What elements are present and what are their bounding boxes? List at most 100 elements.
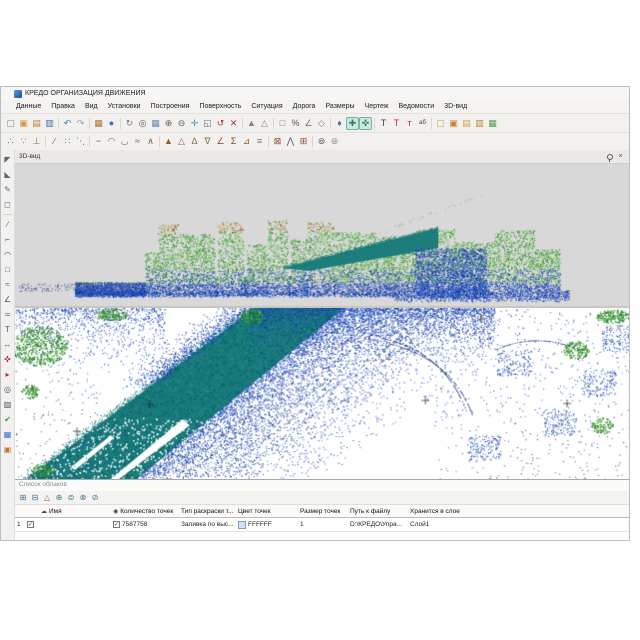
- properties-icon[interactable]: ●: [105, 117, 118, 130]
- snap-icon[interactable]: ◇: [315, 117, 328, 130]
- menu-item-5[interactable]: Построения: [146, 103, 195, 110]
- refresh-icon[interactable]: ↻: [123, 117, 136, 130]
- view-find-2-icon[interactable]: ⊚: [328, 135, 341, 148]
- sheet-export-icon[interactable]: ▥: [473, 117, 486, 130]
- export-cloud-icon[interactable]: ⊟: [29, 492, 41, 504]
- menu-item-11[interactable]: Ведомости: [393, 103, 439, 110]
- redo-icon[interactable]: ↷: [74, 117, 87, 130]
- cursor-alt-icon[interactable]: △: [258, 117, 271, 130]
- cloud-clip-icon[interactable]: ⊗: [77, 492, 89, 504]
- snap-nodes-icon[interactable]: ∵: [17, 135, 30, 148]
- delete-icon[interactable]: ✕: [227, 117, 240, 130]
- flag-icon[interactable]: ▸: [2, 369, 13, 380]
- point-x-icon[interactable]: т: [403, 117, 416, 130]
- menu-item-1[interactable]: Данные: [11, 103, 46, 110]
- line-icon[interactable]: ∕: [48, 135, 61, 148]
- menu-item-8[interactable]: Дорога: [288, 103, 321, 110]
- count-checkbox[interactable]: ✓: [113, 521, 120, 528]
- sheet-ok-icon[interactable]: ▦: [486, 117, 499, 130]
- segment-icon[interactable]: −: [92, 135, 105, 148]
- arc-up-icon[interactable]: ◠: [105, 135, 118, 148]
- menu-item-2[interactable]: Правка: [46, 103, 80, 110]
- select-corner-2-icon[interactable]: ◣: [2, 169, 13, 180]
- terrain-down-icon[interactable]: ∇: [201, 135, 214, 148]
- visible-checkbox[interactable]: ✓: [27, 521, 34, 528]
- profile-icon[interactable]: ∠: [214, 135, 227, 148]
- undo-icon[interactable]: ↶: [61, 117, 74, 130]
- menu-item-4[interactable]: Установки: [103, 103, 146, 110]
- update-icon[interactable]: ↺: [214, 117, 227, 130]
- draw-arc-icon[interactable]: ◠: [2, 249, 13, 260]
- cloud-settings-icon[interactable]: ⊕: [53, 492, 65, 504]
- draw-curve-icon[interactable]: ≈: [2, 279, 13, 290]
- road-lines-icon[interactable]: ≡: [253, 135, 266, 148]
- save-icon[interactable]: ▥: [43, 117, 56, 130]
- triangulate-icon[interactable]: △: [41, 492, 53, 504]
- zoom-in-icon[interactable]: ⊕: [162, 117, 175, 130]
- apex-icon[interactable]: ⋀: [284, 135, 297, 148]
- grid-icon[interactable]: ▦: [2, 429, 13, 440]
- view-find-icon[interactable]: ⊚: [315, 135, 328, 148]
- menu-item-6[interactable]: Поверхность: [194, 103, 246, 110]
- menu-item-10[interactable]: Чертеж: [360, 103, 394, 110]
- terrain-up-icon[interactable]: ∆: [188, 135, 201, 148]
- capture-move-icon[interactable]: ✜: [359, 117, 372, 130]
- edit-node-icon[interactable]: ✎: [2, 184, 13, 195]
- color-swatch[interactable]: [238, 521, 246, 529]
- apply-icon[interactable]: ✔: [2, 414, 13, 425]
- cube-icon[interactable]: ▣: [2, 444, 13, 455]
- angle-icon[interactable]: ∠: [302, 117, 315, 130]
- measure-dist-icon[interactable]: ≍: [2, 309, 13, 320]
- cloud-filter-icon[interactable]: ⊜: [65, 492, 77, 504]
- percent-icon[interactable]: %: [289, 117, 302, 130]
- layers-icon[interactable]: ▦: [149, 117, 162, 130]
- surface-solid-icon[interactable]: ▲: [162, 135, 175, 148]
- menu-item-7[interactable]: Ситуация: [246, 103, 287, 110]
- cloud-delete-icon[interactable]: ⊘: [89, 492, 101, 504]
- surface-out-icon[interactable]: △: [175, 135, 188, 148]
- text-icon[interactable]: Т: [2, 324, 13, 335]
- frame-icon[interactable]: □: [276, 117, 289, 130]
- section-icon[interactable]: Σ: [227, 135, 240, 148]
- draw-rect-icon[interactable]: □: [2, 264, 13, 275]
- zoom-window-icon[interactable]: ◱: [201, 117, 214, 130]
- new-icon[interactable]: ▢: [4, 117, 17, 130]
- workspace-icon[interactable]: ▦: [92, 117, 105, 130]
- mark-point-icon[interactable]: ✜: [2, 354, 13, 365]
- table-row[interactable]: 1✓✓7587758Заливка по выс...FFFFFF1D:\КРЕ…: [15, 518, 629, 532]
- sheet-doc-icon[interactable]: ▤: [460, 117, 473, 130]
- ortho-icon[interactable]: ⊥: [30, 135, 43, 148]
- zoom-out-icon[interactable]: ⊖: [175, 117, 188, 130]
- export-icon[interactable]: ⊞: [297, 135, 310, 148]
- erase-area-icon[interactable]: ◻: [2, 199, 13, 210]
- points-move-icon[interactable]: ⋱: [74, 135, 87, 148]
- plan-view-canvas[interactable]: [15, 308, 629, 480]
- import-icon[interactable]: ▤: [30, 117, 43, 130]
- cursor-icon[interactable]: ▲: [245, 117, 258, 130]
- search-icon[interactable]: ◎: [136, 117, 149, 130]
- import-cloud-icon[interactable]: ⊞: [17, 492, 29, 504]
- close-icon[interactable]: ×: [616, 152, 625, 161]
- target-icon[interactable]: ◎: [2, 384, 13, 395]
- capture-add-icon[interactable]: ✚: [346, 117, 359, 130]
- menu-item-9[interactable]: Размеры: [320, 103, 359, 110]
- draw-line-icon[interactable]: ∕: [2, 219, 13, 230]
- points-icon[interactable]: ∷: [61, 135, 74, 148]
- select-corner-icon[interactable]: ◤: [2, 154, 13, 165]
- labels-icon[interactable]: аб: [416, 117, 429, 130]
- spline-icon[interactable]: ≈: [131, 135, 144, 148]
- wedge-icon[interactable]: ⊿: [240, 135, 253, 148]
- arc-down-icon[interactable]: ◡: [118, 135, 131, 148]
- measure-angle-icon[interactable]: ∠: [2, 294, 13, 305]
- marker-icon[interactable]: ♦: [333, 117, 346, 130]
- menu-item-3[interactable]: Вид: [80, 103, 103, 110]
- sheet-open-icon[interactable]: ▣: [447, 117, 460, 130]
- draw-polyline-icon[interactable]: ⌐: [2, 234, 13, 245]
- sheet-new-icon[interactable]: ▢: [434, 117, 447, 130]
- pan-icon[interactable]: ✛: [188, 117, 201, 130]
- hatch-icon[interactable]: ▨: [2, 399, 13, 410]
- point-del-icon[interactable]: Т: [390, 117, 403, 130]
- point-info-icon[interactable]: Т: [377, 117, 390, 130]
- dimension-icon[interactable]: ↔: [2, 339, 13, 350]
- stake-icon[interactable]: ⊠: [271, 135, 284, 148]
